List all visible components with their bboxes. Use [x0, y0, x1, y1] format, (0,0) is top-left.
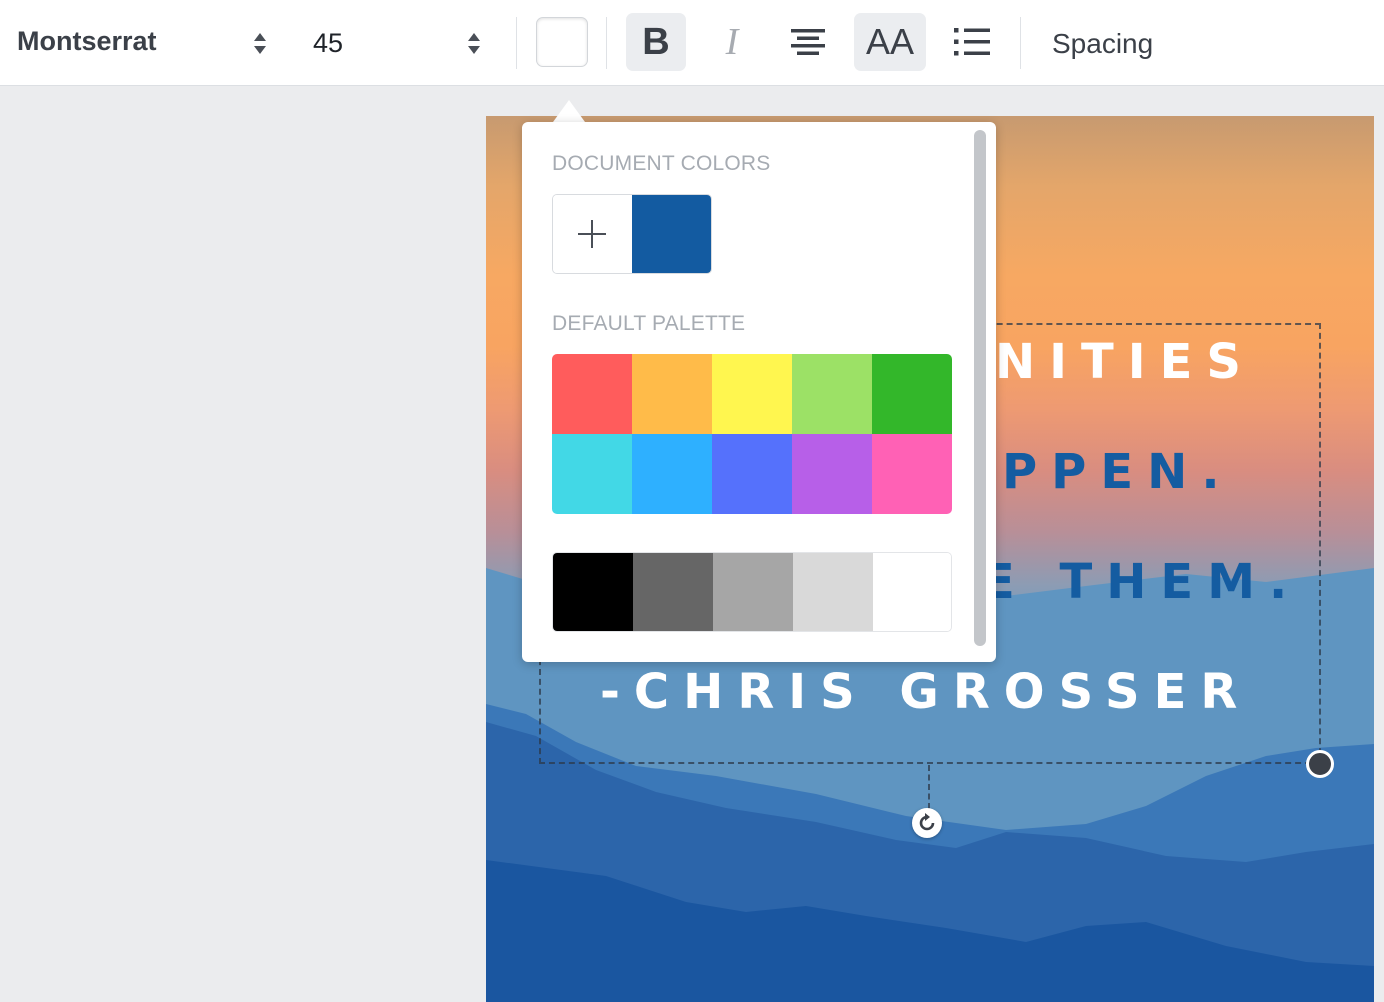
toolbar-divider — [606, 17, 607, 69]
align-center-icon — [791, 29, 825, 55]
font-family-select[interactable]: Montserrat — [17, 26, 157, 57]
text-color-button[interactable] — [536, 17, 588, 67]
chevron-down-icon — [468, 46, 480, 54]
palette-color-swatch[interactable] — [552, 434, 632, 514]
bullet-list-button[interactable] — [940, 13, 1004, 71]
bold-button[interactable]: B — [626, 13, 686, 71]
palette-color-swatch[interactable] — [792, 434, 872, 514]
gray-color-swatch[interactable] — [873, 553, 951, 631]
italic-button[interactable]: I — [702, 13, 762, 71]
gray-color-swatch[interactable] — [633, 553, 713, 631]
font-family-stepper[interactable] — [253, 31, 267, 57]
rotate-icon — [919, 813, 935, 831]
palette-color-swatch[interactable] — [792, 354, 872, 434]
palette-color-swatch[interactable] — [632, 434, 712, 514]
gray-color-swatch[interactable] — [793, 553, 873, 631]
document-color-swatch[interactable] — [631, 195, 711, 273]
palette-color-swatch[interactable] — [712, 354, 792, 434]
chevron-up-icon — [254, 33, 266, 41]
palette-color-swatch[interactable] — [712, 434, 792, 514]
palette-color-swatch[interactable] — [632, 354, 712, 434]
resize-handle[interactable] — [1306, 750, 1334, 778]
font-size-input[interactable]: 45 — [313, 28, 343, 59]
add-color-button[interactable] — [553, 195, 632, 273]
align-center-button[interactable] — [778, 13, 838, 71]
grayscale-palette-grid — [552, 552, 952, 632]
palette-color-swatch[interactable] — [872, 354, 952, 434]
bullet-list-icon — [954, 28, 990, 56]
toolbar-divider — [516, 17, 517, 69]
popover-scrollbar[interactable] — [974, 130, 986, 646]
toolbar-divider — [1020, 17, 1021, 69]
palette-color-swatch[interactable] — [872, 434, 952, 514]
text-toolbar: Montserrat 45 B I AA Spacing — [0, 0, 1384, 86]
default-palette-grid — [552, 354, 952, 514]
rotate-handle[interactable] — [912, 808, 942, 838]
spacing-button[interactable]: Spacing — [1052, 28, 1153, 60]
color-picker-popover: DOCUMENT COLORS DEFAULT PALETTE — [522, 122, 996, 662]
uppercase-button[interactable]: AA — [854, 13, 926, 71]
popover-arrow — [553, 100, 585, 122]
font-size-stepper[interactable] — [467, 31, 481, 57]
plus-icon — [578, 220, 607, 248]
palette-color-swatch[interactable] — [552, 354, 632, 434]
default-palette-heading: DEFAULT PALETTE — [552, 312, 746, 335]
rotate-connector — [928, 765, 930, 809]
chevron-up-icon — [468, 33, 480, 41]
document-colors-heading: DOCUMENT COLORS — [552, 152, 771, 175]
gray-color-swatch[interactable] — [713, 553, 793, 631]
document-colors-row — [552, 194, 712, 274]
gray-color-swatch[interactable] — [553, 553, 633, 631]
chevron-down-icon — [254, 46, 266, 54]
